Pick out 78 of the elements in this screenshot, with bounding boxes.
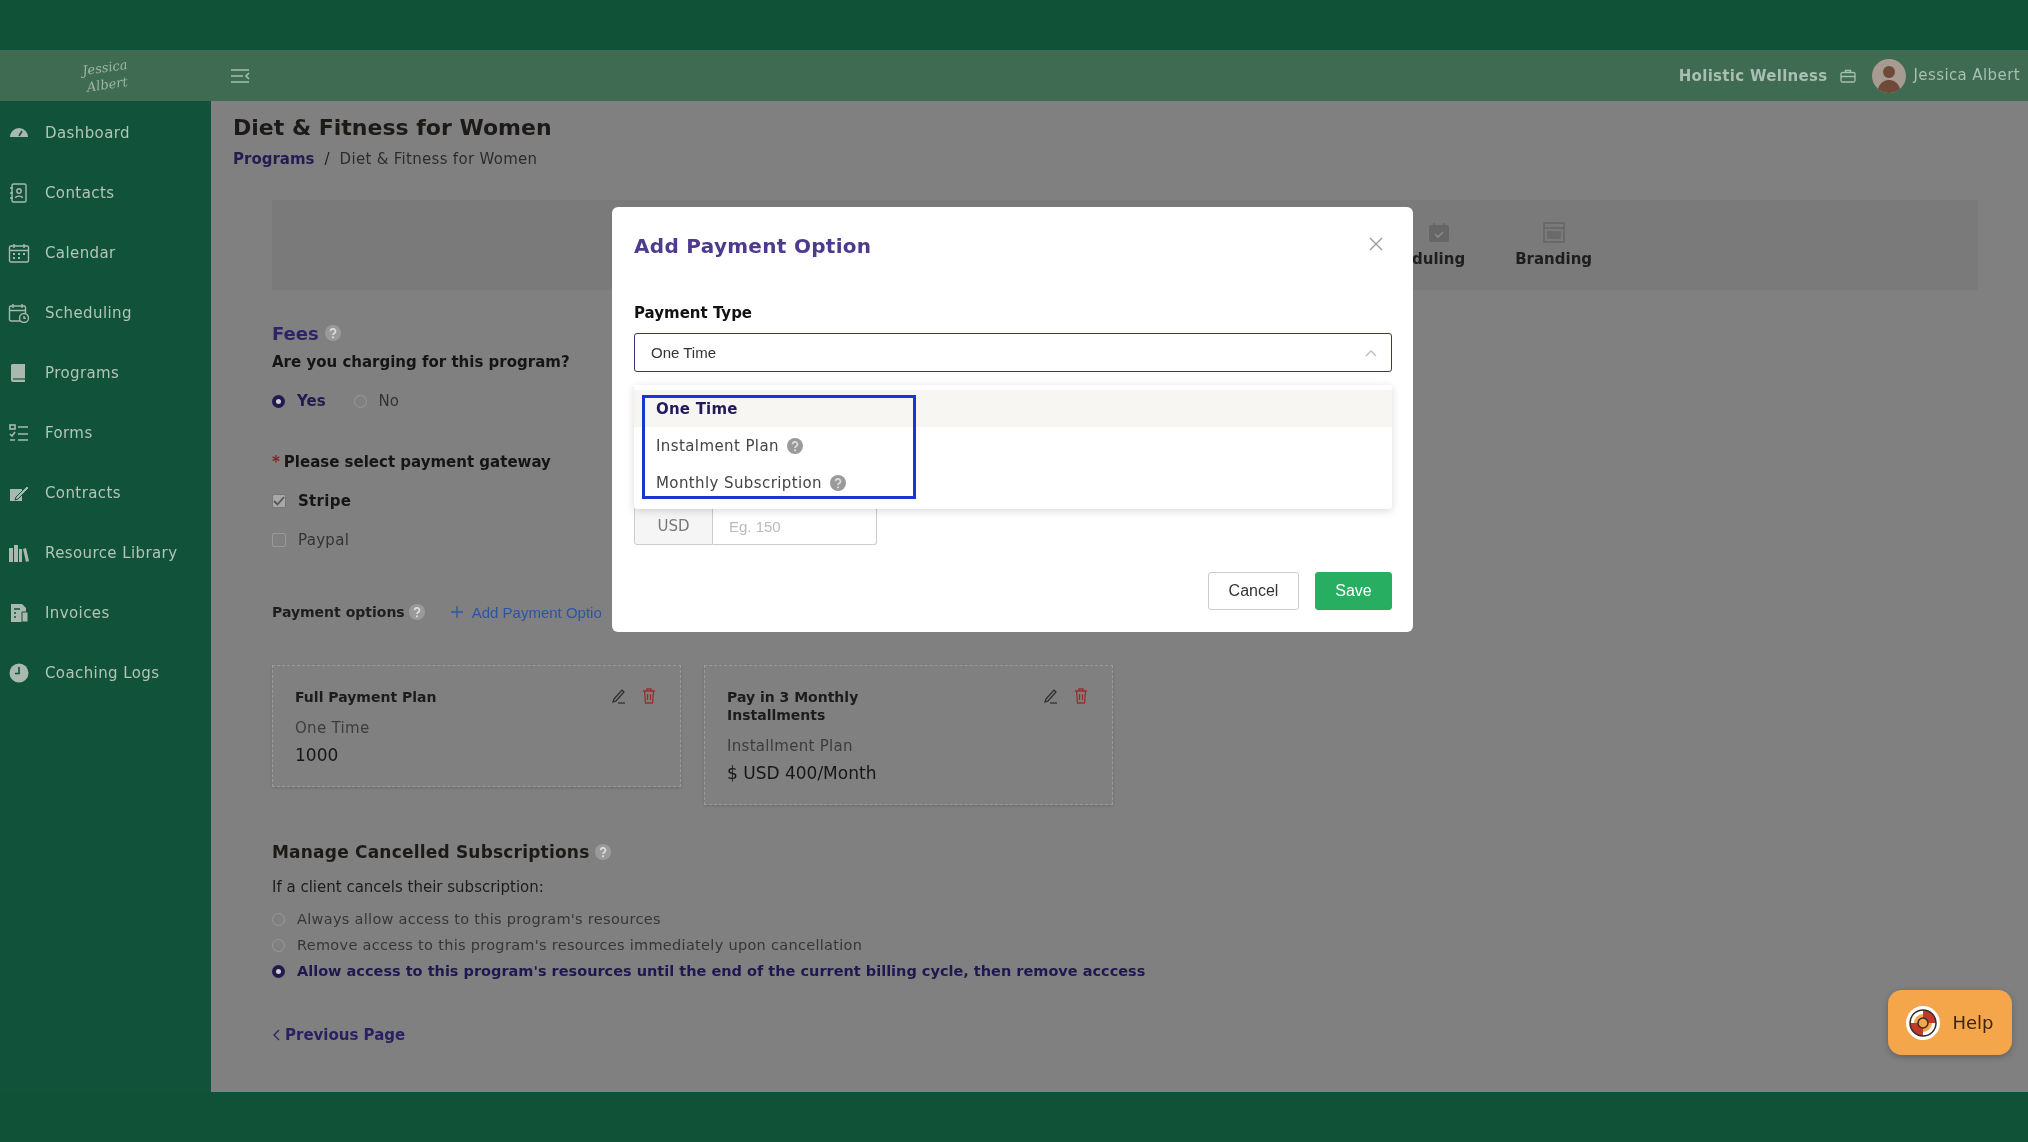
question-label: Are you charging for this program? (272, 352, 570, 373)
checkbox[interactable] (272, 533, 286, 547)
option-label: Remove access to this program's resources immediately upon cancellation (297, 937, 863, 953)
workspace-name[interactable]: Holistic Wellness (1678, 66, 1828, 85)
radio-button[interactable] (272, 964, 285, 978)
sidebar-item[interactable]: Scheduling (0, 283, 211, 343)
section-label: Payment options (272, 604, 405, 620)
breadcrumb-separator: / (324, 149, 330, 170)
lifebuoy-icon (1906, 1005, 1941, 1040)
calendar-clock-icon (8, 303, 30, 323)
clock-icon (8, 663, 30, 683)
plan-type: Installment Plan (727, 736, 854, 756)
option-label: Allow access to this program's resources until the end of the current billing cycle, then remove acccess (297, 963, 1146, 979)
help-icon (408, 604, 425, 620)
calendar-icon (8, 243, 30, 263)
calendar-check-icon (1427, 222, 1450, 243)
radio-button[interactable] (272, 394, 285, 408)
dropdown-option[interactable]: Monthly Subscription (634, 464, 1392, 501)
user-name[interactable]: Jessica Albert (1913, 65, 2020, 84)
field-label: Please select payment gateway (283, 452, 551, 473)
required-mark: * (272, 452, 280, 473)
edit-icon[interactable] (610, 688, 626, 704)
plan-amount: 1000 (295, 744, 340, 766)
save-button[interactable]: Save (1315, 572, 1392, 610)
sidebar-item[interactable]: Coaching Logs (0, 643, 211, 703)
tab[interactable]: Branding (1515, 200, 1593, 290)
card-title: Full Payment Plan (295, 688, 437, 706)
page-title: Diet & Fitness for Women (233, 114, 552, 142)
sidebar-item[interactable]: Forms (0, 403, 211, 463)
plan-amount: $ USD 400/Month (727, 762, 878, 784)
sidebar-item[interactable]: Programs (0, 343, 211, 403)
option-label: Paypal (298, 531, 350, 549)
amount-field[interactable]: Eg. 150 (713, 507, 877, 545)
breadcrumb-link[interactable]: Programs (233, 148, 315, 170)
delete-icon[interactable] (1074, 688, 1088, 704)
plan-type: One Time (295, 718, 371, 738)
currency-addon: USD (634, 507, 713, 545)
breadcrumb-current: Diet & Fitness for Women (339, 149, 538, 170)
section-heading: Manage Cancelled Subscriptions (272, 842, 590, 862)
chevron-up-icon (1365, 348, 1377, 357)
option-label: Always allow access to this program's resources (297, 911, 661, 927)
avatar[interactable] (1871, 58, 1906, 93)
close-icon[interactable] (1369, 237, 1383, 251)
previous-page-link[interactable]: Previous Page (272, 1024, 406, 1046)
dialog-title: Add Payment Option (634, 233, 872, 259)
delete-icon[interactable] (642, 688, 656, 704)
plus-icon (450, 606, 463, 618)
logo: Jessica Albert (79, 55, 130, 97)
edit-icon[interactable] (1042, 688, 1058, 704)
sidebar-item[interactable]: Invoices (0, 583, 211, 643)
prompt-text: If a client cancels their subscription: (272, 877, 544, 898)
help-button[interactable]: Help (1888, 990, 2012, 1055)
option-label: Yes (297, 392, 326, 410)
menu-icon[interactable] (230, 67, 250, 84)
cancel-button[interactable]: Cancel (1208, 572, 1299, 610)
card-title: Pay in 3 Monthly Installments (727, 688, 860, 724)
books-icon (8, 543, 30, 563)
dropdown-option[interactable]: Instalment Plan (634, 427, 1392, 464)
option-label: Stripe (298, 492, 352, 510)
invoice-icon (8, 603, 30, 623)
dropdown-option[interactable]: One Time (634, 390, 1392, 427)
checkbox[interactable] (272, 494, 286, 508)
payment-type-select[interactable]: One Time (634, 333, 1392, 372)
section-heading: Fees (272, 322, 319, 344)
sidebar-item[interactable]: Resource Library (0, 523, 211, 583)
sidebar-item[interactable]: Dashboard (0, 103, 211, 163)
chevron-left-icon (272, 1029, 280, 1041)
help-icon (324, 325, 341, 341)
sidebar-item[interactable]: Contracts (0, 463, 211, 523)
field-label: Payment Type (634, 303, 753, 324)
briefcase-icon (1839, 68, 1856, 83)
tab[interactable]: duling (1412, 200, 1466, 290)
address-book-icon (8, 183, 30, 203)
checklist-icon (8, 423, 30, 443)
sidebar-item[interactable]: Contacts (0, 163, 211, 223)
option-label: No (378, 392, 399, 410)
sidebar-item[interactable]: Calendar (0, 223, 211, 283)
help-icon (595, 844, 612, 860)
